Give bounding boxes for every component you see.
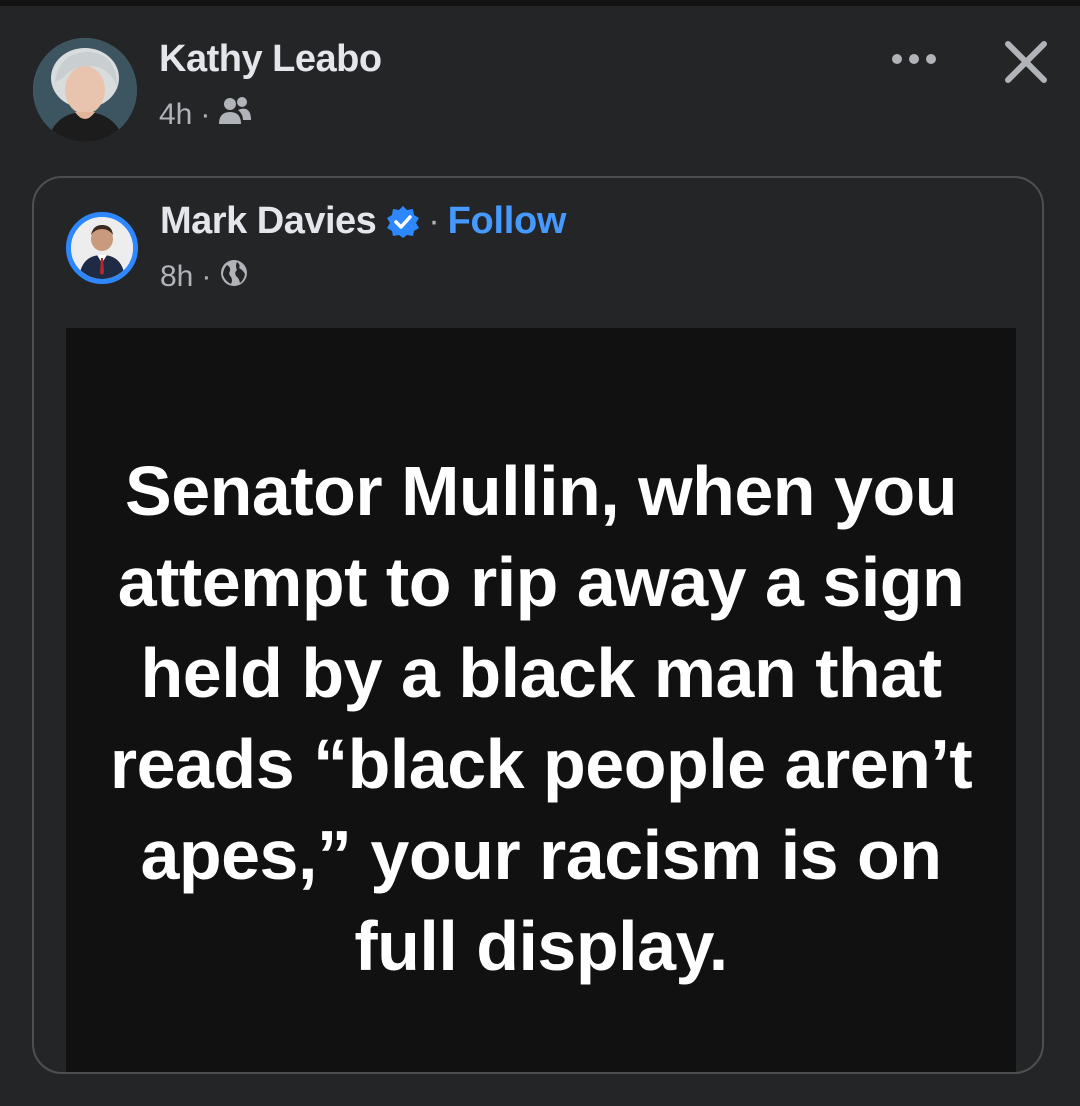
post-image-text: Senator Mullin, when you attempt to rip … bbox=[109, 452, 973, 985]
author-avatar[interactable] bbox=[66, 212, 138, 284]
shared-post-card[interactable]: Mark Davies · Follow 8h · Senator Mullin… bbox=[32, 176, 1044, 1074]
author-meta: 8h · bbox=[160, 258, 249, 296]
top-edge-bar bbox=[0, 0, 1080, 6]
meta-separator: · bbox=[201, 260, 212, 293]
author-row: Mark Davies · Follow bbox=[160, 200, 566, 243]
author-separator: · bbox=[428, 202, 440, 240]
globe-icon bbox=[219, 258, 249, 296]
sharer-avatar[interactable] bbox=[33, 38, 137, 142]
sharer-name[interactable]: Kathy Leabo bbox=[159, 38, 382, 81]
author-name[interactable]: Mark Davies bbox=[160, 200, 377, 243]
sharer-post-time[interactable]: 4h bbox=[159, 98, 192, 132]
verified-badge-icon bbox=[386, 205, 420, 239]
more-dot bbox=[909, 54, 919, 64]
follow-button[interactable]: Follow bbox=[448, 200, 567, 243]
friends-icon bbox=[218, 96, 252, 134]
more-dot bbox=[926, 54, 936, 64]
author-post-time[interactable]: 8h bbox=[160, 260, 193, 294]
sharer-meta: 4h · bbox=[159, 96, 252, 134]
more-dot bbox=[892, 54, 902, 64]
post-image[interactable]: Senator Mullin, when you attempt to rip … bbox=[66, 328, 1016, 1072]
more-options-icon[interactable] bbox=[884, 44, 944, 74]
close-icon[interactable] bbox=[998, 34, 1054, 90]
meta-separator: · bbox=[200, 98, 211, 131]
